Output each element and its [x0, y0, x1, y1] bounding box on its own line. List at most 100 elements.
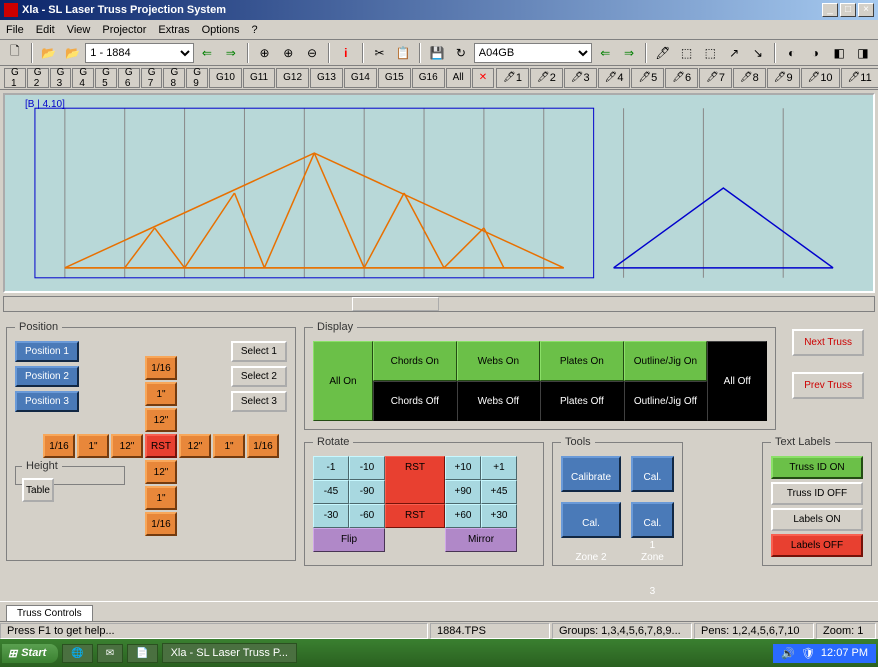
menu-view[interactable]: View — [67, 24, 91, 36]
outline-off-button[interactable]: Outline/Jig Off — [624, 381, 708, 421]
rotate-rst-2[interactable]: RST — [385, 504, 445, 528]
rotate-p60[interactable]: +60 — [445, 504, 481, 528]
right-1in[interactable]: 1" — [213, 434, 245, 458]
outline-on-button[interactable]: Outline/Jig On — [624, 341, 708, 381]
up-1in[interactable]: 1" — [145, 382, 177, 406]
cal-zone-2-button[interactable]: Cal. Zone 2 — [561, 502, 621, 538]
group-2[interactable]: G 2 — [27, 68, 49, 88]
quick-launch-2[interactable]: ✉ — [97, 644, 123, 663]
left-1in[interactable]: 1" — [77, 434, 109, 458]
horizontal-scrollbar[interactable] — [3, 296, 875, 312]
rotate-p10[interactable]: +10 — [445, 456, 481, 480]
group-10[interactable]: G10 — [209, 68, 242, 88]
table-button[interactable]: Table — [22, 478, 54, 502]
labels-off-button[interactable]: Labels OFF — [771, 534, 863, 557]
rotate-m1[interactable]: -1 — [313, 456, 349, 480]
pen-5[interactable]: 🖊5 — [631, 68, 664, 88]
group-7[interactable]: G 7 — [141, 68, 163, 88]
pen-9[interactable]: 🖊9 — [767, 68, 800, 88]
pen-11[interactable]: 🖊11 — [841, 68, 878, 88]
cut-icon[interactable]: ✂ — [369, 42, 391, 64]
tab-truss-controls[interactable]: Truss Controls — [6, 605, 93, 621]
system-tray[interactable]: 🔊 🛡 12:07 PM — [773, 644, 876, 663]
tool-c-icon[interactable]: ⬚ — [699, 42, 721, 64]
down-12in[interactable]: 12" — [145, 460, 177, 484]
tool-g-icon[interactable]: ◑ — [805, 42, 827, 64]
quick-launch-3[interactable]: 📄 — [127, 644, 157, 663]
target-icon[interactable]: ⊕ — [254, 42, 276, 64]
webs-off-button[interactable]: Webs Off — [457, 381, 541, 421]
rotate-p1[interactable]: +1 — [481, 456, 517, 480]
mirror-button[interactable]: Mirror — [445, 528, 517, 552]
rotate-m10[interactable]: -10 — [349, 456, 385, 480]
pen-6[interactable]: 🖊6 — [665, 68, 698, 88]
down-1-16[interactable]: 1/16 — [145, 512, 177, 536]
menu-file[interactable]: File — [6, 24, 24, 36]
up-12in[interactable]: 12" — [145, 408, 177, 432]
calibrate-button[interactable]: Calibrate — [561, 456, 621, 492]
pen-1[interactable]: 🖊1 — [496, 68, 529, 88]
labels-on-button[interactable]: Labels ON — [771, 508, 863, 531]
plates-on-button[interactable]: Plates On — [540, 341, 624, 381]
truss-id-off-button[interactable]: Truss ID OFF — [771, 482, 863, 505]
flip-button[interactable]: Flip — [313, 528, 385, 552]
chords-off-button[interactable]: Chords Off — [373, 381, 457, 421]
prev-truss-icon[interactable]: ⇐ — [594, 42, 616, 64]
menu-options[interactable]: Options — [202, 24, 240, 36]
menu-extras[interactable]: Extras — [158, 24, 189, 36]
prev-job-icon[interactable]: ⇐ — [196, 42, 218, 64]
close-button[interactable]: × — [858, 3, 874, 17]
rotate-p30[interactable]: +30 — [481, 504, 517, 528]
webs-on-button[interactable]: Webs On — [457, 341, 541, 381]
open-icon[interactable]: 📂 — [38, 42, 60, 64]
pen-3[interactable]: 🖊3 — [564, 68, 597, 88]
group-6[interactable]: G 6 — [118, 68, 140, 88]
rotate-m90[interactable]: -90 — [349, 480, 385, 504]
job-select[interactable]: 1 - 1884 — [85, 43, 194, 63]
pen-8[interactable]: 🖊8 — [733, 68, 766, 88]
group-3[interactable]: G 3 — [50, 68, 72, 88]
group-12[interactable]: G12 — [276, 68, 309, 88]
pen-4[interactable]: 🖊4 — [598, 68, 631, 88]
zoom-in-icon[interactable]: ⊕ — [277, 42, 299, 64]
next-truss-icon[interactable]: ⇒ — [618, 42, 640, 64]
menu-projector[interactable]: Projector — [102, 24, 146, 36]
menu-edit[interactable]: Edit — [36, 24, 55, 36]
group-9[interactable]: G 9 — [186, 68, 208, 88]
quick-launch-1[interactable]: 🌐 — [62, 644, 92, 663]
new-icon[interactable]: 🗋 — [4, 42, 26, 64]
all-on-button[interactable]: All On — [313, 341, 373, 421]
tray-icon[interactable]: 🛡 — [801, 647, 815, 660]
group-5[interactable]: G 5 — [95, 68, 117, 88]
rotate-m60[interactable]: -60 — [349, 504, 385, 528]
save-icon[interactable]: 💾 — [426, 42, 448, 64]
up-1-16[interactable]: 1/16 — [145, 356, 177, 380]
position-rst[interactable]: RST — [145, 434, 177, 458]
pen-10[interactable]: 🖊10 — [801, 68, 840, 88]
group-8[interactable]: G 8 — [163, 68, 185, 88]
plates-off-button[interactable]: Plates Off — [540, 381, 624, 421]
rotate-p45[interactable]: +45 — [481, 480, 517, 504]
rotate-m45[interactable]: -45 — [313, 480, 349, 504]
chords-on-button[interactable]: Chords On — [373, 341, 457, 381]
tool-e-icon[interactable]: ↘ — [747, 42, 769, 64]
rotate-rst-1[interactable]: RST — [385, 456, 445, 504]
rotate-p90[interactable]: +90 — [445, 480, 481, 504]
taskbar-app[interactable]: Xla - SL Laser Truss P... — [162, 643, 297, 663]
group-13[interactable]: G13 — [310, 68, 343, 88]
group-1[interactable]: G 1 — [4, 68, 26, 88]
down-1in[interactable]: 1" — [145, 486, 177, 510]
truss-id-on-button[interactable]: Truss ID ON — [771, 456, 863, 479]
refresh-icon[interactable]: ↻ — [450, 42, 472, 64]
tool-d-icon[interactable]: ↗ — [723, 42, 745, 64]
paste-icon[interactable]: 📋 — [392, 42, 414, 64]
left-1-16[interactable]: 1/16 — [43, 434, 75, 458]
truss-select[interactable]: A04GB — [474, 43, 593, 63]
tool-h-icon[interactable]: ◧ — [828, 42, 850, 64]
zoom-out-icon[interactable]: ⊖ — [301, 42, 323, 64]
right-1-16[interactable]: 1/16 — [247, 434, 279, 458]
rotate-m30[interactable]: -30 — [313, 504, 349, 528]
next-job-icon[interactable]: ⇒ — [220, 42, 242, 64]
tool-i-icon[interactable]: ◨ — [852, 42, 874, 64]
tool-a-icon[interactable]: 🖊 — [652, 42, 674, 64]
